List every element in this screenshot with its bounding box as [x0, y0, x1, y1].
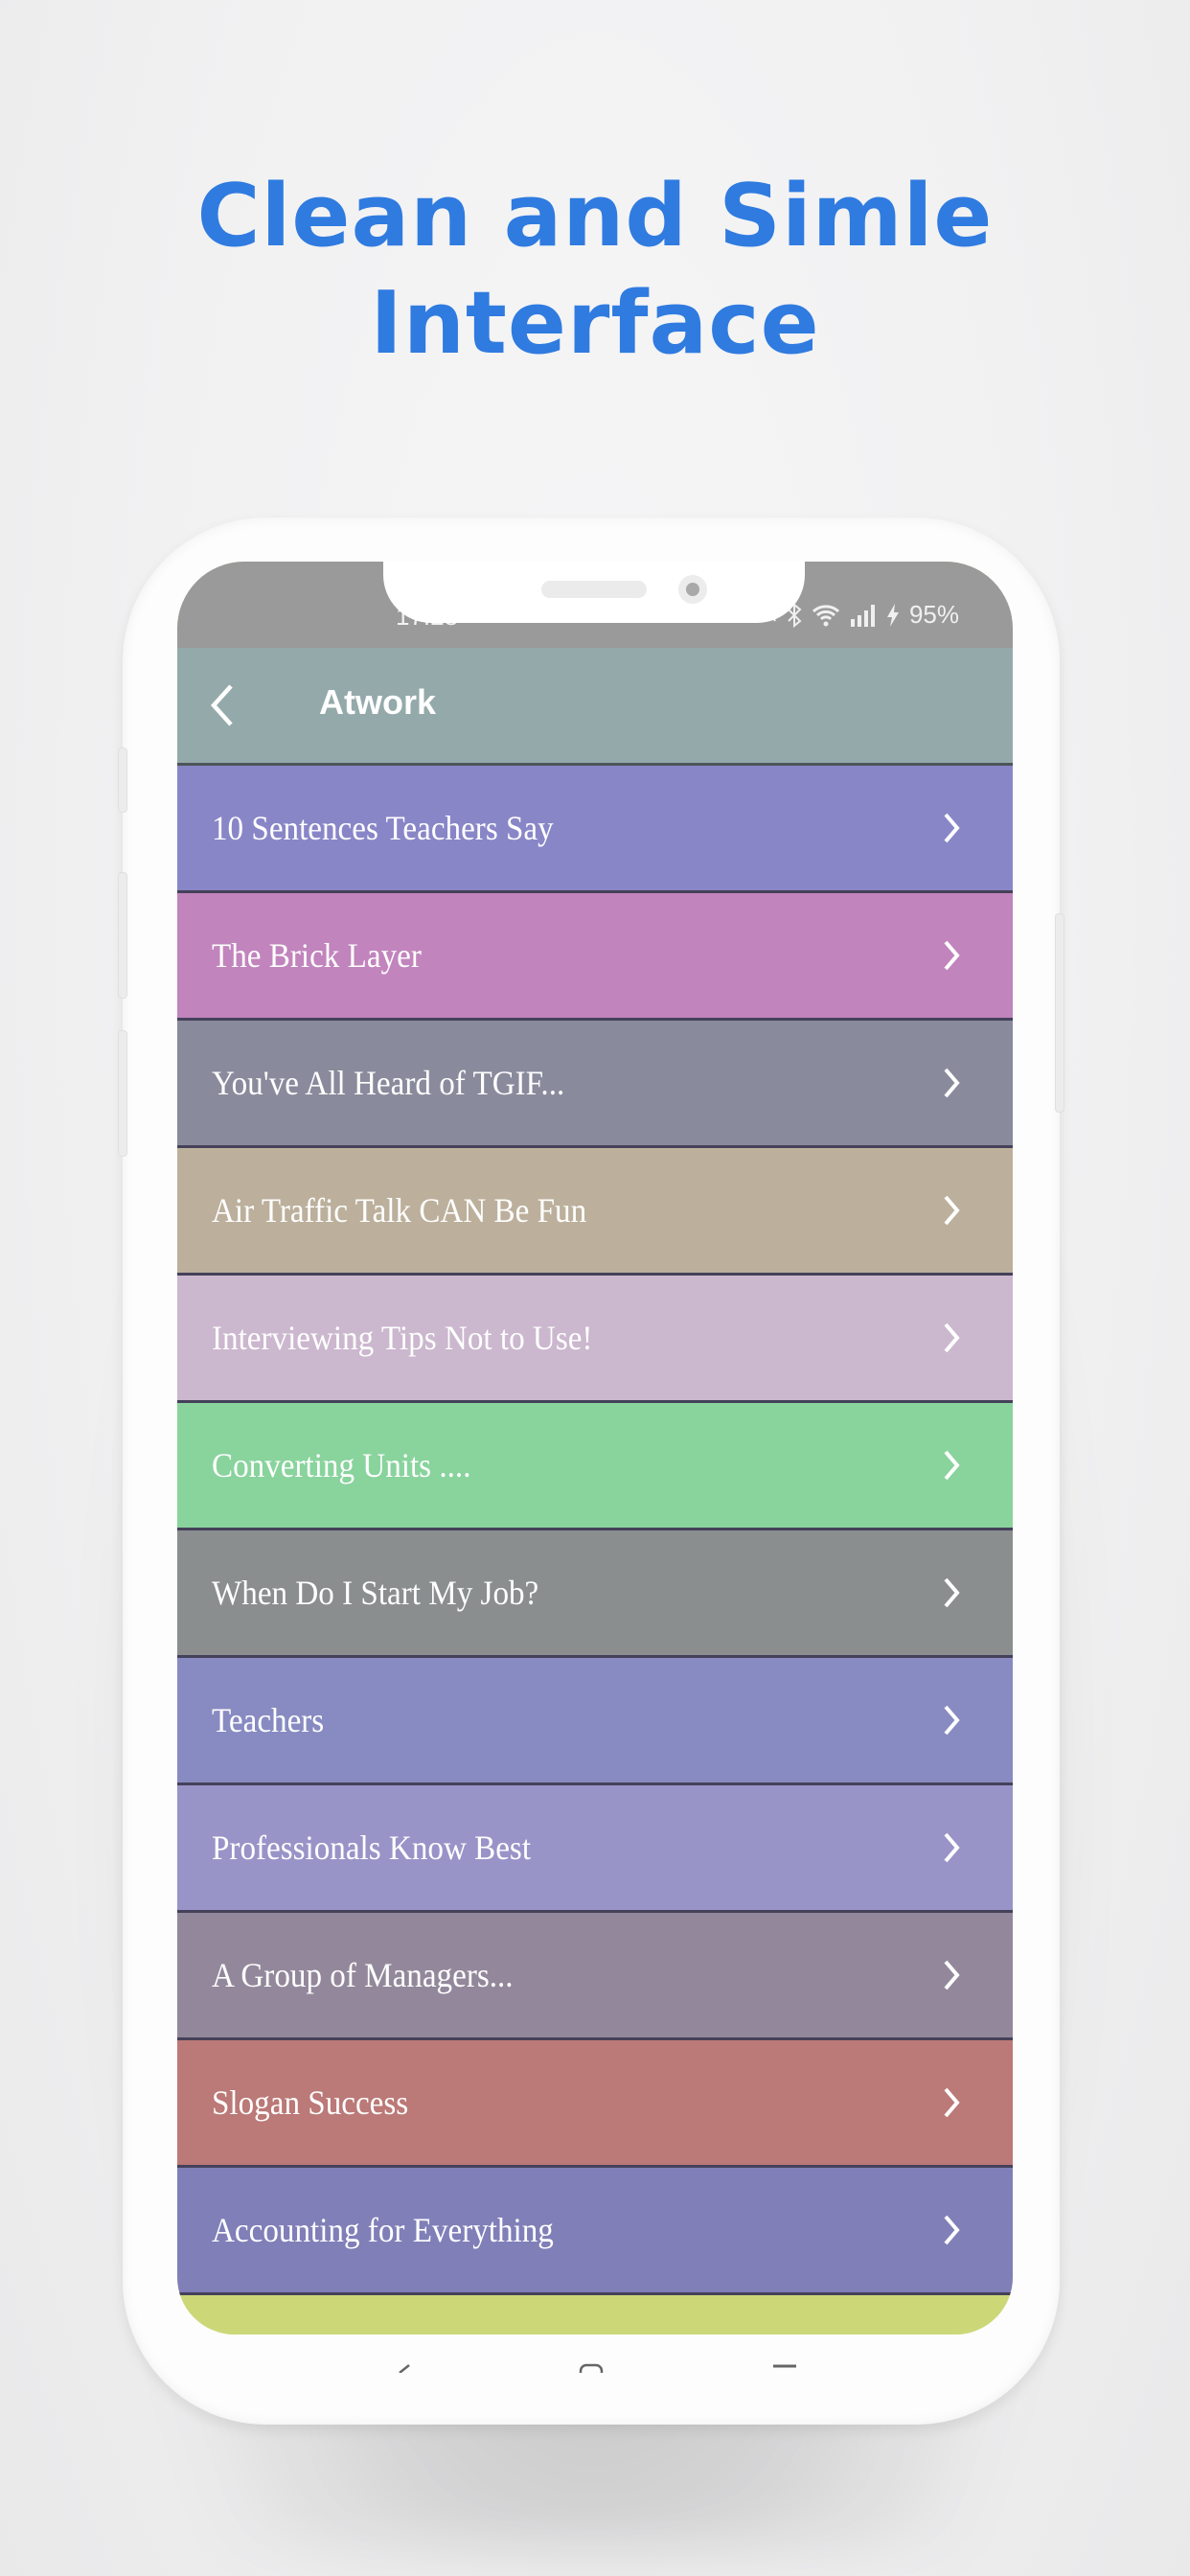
recents-nav-icon[interactable] [771, 2363, 798, 2373]
back-button[interactable] [200, 680, 244, 730]
phone-side-button-2 [118, 872, 127, 999]
list-item-label: Interviewing Tips Not to Use! [212, 1319, 593, 1357]
list-item-label: Professionals Know Best [212, 1828, 532, 1867]
status-bar: 17:28 95% [177, 562, 1013, 648]
list-item[interactable]: 10 Sentences Teachers Say [177, 766, 1013, 893]
list-item[interactable]: Air Traffic Talk CAN Be Fun [177, 1148, 1013, 1276]
system-nav-bar [123, 2334, 1060, 2373]
back-nav-icon[interactable] [396, 2363, 415, 2373]
list-item[interactable]: Slogan Success [177, 2040, 1013, 2168]
list-item-label: A Group of Managers... [212, 1956, 514, 1994]
list-item-label: When Do I Start My Job? [212, 1574, 539, 1612]
list-item[interactable]: Teachers [177, 1658, 1013, 1785]
list-item[interactable]: A Group of Managers... [177, 1913, 1013, 2040]
chevron-right-icon [944, 2215, 960, 2245]
charging-icon [886, 603, 900, 628]
chevron-right-icon [944, 1195, 960, 1226]
list-item[interactable]: Accounting for Everything [177, 2168, 1013, 2295]
chevron-left-icon [210, 684, 233, 726]
list-item[interactable]: You've All Heard of TGIF... [177, 1021, 1013, 1148]
phone-power-button [1055, 913, 1064, 1113]
phone-screen: 17:28 95% [177, 562, 1013, 2334]
list-item-label: Air Traffic Talk CAN Be Fun [212, 1191, 587, 1230]
chevron-right-icon [944, 2087, 960, 2118]
list-item[interactable] [177, 2295, 1013, 2334]
phone-side-button-3 [118, 1030, 127, 1157]
list-item[interactable]: When Do I Start My Job? [177, 1530, 1013, 1658]
chevron-right-icon [944, 1068, 960, 1098]
list-item-label: Teachers [212, 1701, 325, 1739]
app-bar: Atwork [177, 648, 1013, 766]
chevron-right-icon [944, 1322, 960, 1353]
chevron-right-icon [944, 1450, 960, 1481]
list-item-label: Accounting for Everything [212, 2211, 554, 2249]
chevron-right-icon [944, 1705, 960, 1736]
list-item[interactable]: The Brick Layer [177, 893, 1013, 1021]
chevron-right-icon [944, 1960, 960, 1990]
front-camera [678, 575, 707, 604]
headline: Clean and Simle Interface [0, 163, 1190, 378]
list-item-label: Converting Units .... [212, 1446, 471, 1484]
list-item-label: Slogan Success [212, 2083, 409, 2122]
headline-line-1: Clean and Simle [196, 166, 994, 266]
page-title: Atwork [319, 682, 437, 722]
list-item-label: 10 Sentences Teachers Say [212, 809, 554, 847]
wifi-icon [812, 603, 840, 628]
list-item[interactable]: Converting Units .... [177, 1403, 1013, 1530]
camera-notch [383, 562, 805, 623]
chevron-right-icon [944, 813, 960, 843]
list-item[interactable]: Professionals Know Best [177, 1785, 1013, 1913]
list-item-label: The Brick Layer [212, 936, 422, 975]
list-item[interactable]: Interviewing Tips Not to Use! [177, 1276, 1013, 1403]
joke-list: 10 Sentences Teachers Say The Brick Layer… [177, 766, 1013, 2334]
home-nav-icon[interactable] [579, 2363, 604, 2373]
chevron-right-icon [944, 1577, 960, 1608]
battery-percentage: 95% [908, 600, 959, 629]
speaker-grille [541, 581, 647, 598]
headline-line-2: Interface [370, 273, 820, 374]
chevron-right-icon [944, 940, 960, 971]
chevron-right-icon [944, 1832, 960, 1863]
list-item-label: You've All Heard of TGIF... [212, 1064, 565, 1102]
phone-side-button-1 [118, 748, 127, 813]
signal-icon [850, 604, 877, 627]
